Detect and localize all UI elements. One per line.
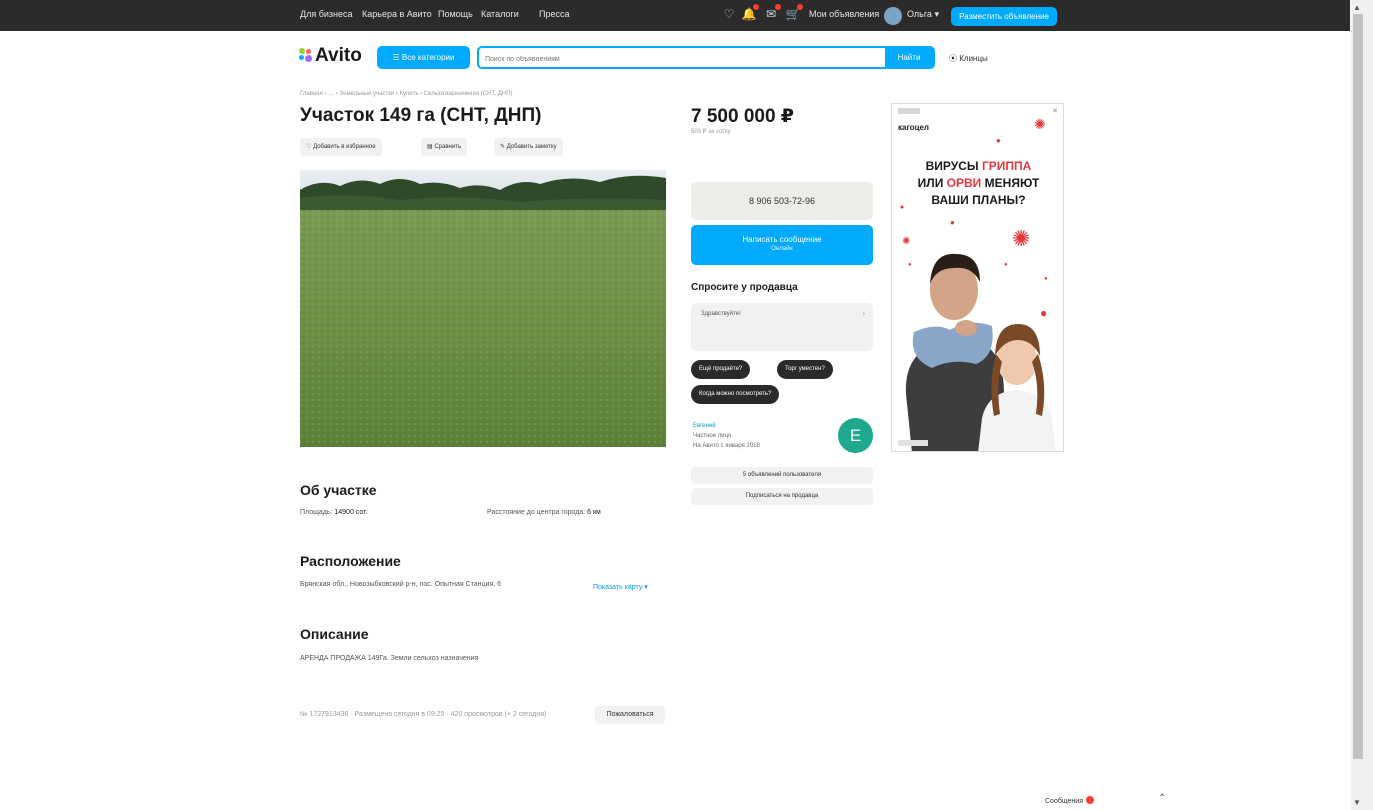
distance-param: Расстояние до центра города: 6 км <box>487 509 601 516</box>
heart-icon: ♡ <box>306 144 312 150</box>
unread-badge <box>1086 796 1094 804</box>
all-categories-button[interactable]: ☰ Все категории <box>377 46 470 69</box>
quick-question-still-selling[interactable]: Ещё продаёте? <box>691 360 751 379</box>
ad-headline-line3: ВАШИ ПЛАНЫ? <box>931 193 1026 207</box>
region-selector[interactable]: ⦿ Клинцы <box>949 53 988 64</box>
advertisement-banner[interactable]: ✕ кагоцел ✺ ● ВИРУСЫ ГРИППА ИЛИ ОРВИ МЕН… <box>891 103 1064 452</box>
quick-question-when-to-view[interactable]: Когда можно посмотреть? <box>691 385 780 404</box>
compare-button[interactable]: ▤ Сравнить <box>421 138 468 156</box>
bell-icon[interactable]: 🔔 <box>741 4 759 22</box>
avito-logo-icon <box>299 48 313 62</box>
scrollbar-thumb[interactable] <box>1353 14 1363 759</box>
virus-icon: ● <box>900 204 905 211</box>
seller-avatar[interactable]: Е <box>838 418 873 453</box>
heart-icon[interactable]: ♡ <box>721 6 737 22</box>
user-avatar[interactable] <box>884 7 902 25</box>
search-button[interactable]: Найти <box>885 48 933 67</box>
ask-seller-heading: Спросите у продавца <box>691 282 798 293</box>
page-scrollbar[interactable]: ▲ ▼ <box>1351 0 1373 810</box>
subscribe-seller-button[interactable]: Подписаться на продавца <box>691 488 873 505</box>
virus-icon: ● <box>950 218 955 227</box>
close-icon[interactable]: ✕ <box>1052 107 1058 115</box>
price-per-unit: 503 ₽ за сотку <box>691 129 731 135</box>
top-navigation-bar: Для бизнеса Карьера в Авито Помощь Катал… <box>0 0 1350 31</box>
seller-ads-button[interactable]: 5 объявлений пользователя <box>691 467 873 484</box>
scroll-up-arrow-icon[interactable]: ▲ <box>1353 3 1361 12</box>
ask-seller-text: Здравствуйте! <box>701 311 741 317</box>
description-text: АРЕНДА ПРОДАЖА 149Га. Земли сельхоз назн… <box>300 655 479 662</box>
press-link[interactable]: Пресса <box>539 9 570 19</box>
quick-question-bargain[interactable]: Торг уместен? <box>777 360 833 379</box>
ad-headline-line1: ВИРУСЫ ГРИППА <box>925 159 1032 173</box>
write-message-button[interactable]: Написать сообщение Онлайн <box>691 225 873 265</box>
ad-label <box>898 108 920 114</box>
area-param: Площадь: 14900 сот. <box>300 509 368 516</box>
ad-footer-label <box>898 440 928 446</box>
pencil-icon: ✎ <box>500 144 506 150</box>
search-input[interactable] <box>483 51 882 67</box>
add-note-button[interactable]: ✎ Добавить заметку <box>494 138 563 156</box>
catalogs-link[interactable]: Каталоги <box>481 9 519 19</box>
about-heading: Об участке <box>300 482 377 498</box>
show-phone-button[interactable]: 8 906 503-72-96 <box>691 182 873 220</box>
write-message-label: Написать сообщение <box>742 235 822 244</box>
breadcrumb[interactable]: Главная › … › Земельные участки › Купить… <box>300 91 512 97</box>
for-business-link[interactable]: Для бизнеса <box>300 9 353 19</box>
messages-widget[interactable]: Сообщения <box>1045 796 1094 805</box>
ad-family-illustration <box>905 253 1056 451</box>
listing-title: Участок 149 га (СНТ, ДНП) <box>300 105 542 126</box>
listing-stats: № 1727913436 · Размещено сегодня в 09:25… <box>300 711 547 718</box>
show-map-link[interactable]: Показать карту ▾ <box>593 583 648 591</box>
online-status: Онлайн <box>771 246 793 252</box>
location-pin-icon: ⦿ <box>949 54 957 63</box>
compare-icon: ▤ <box>427 144 433 150</box>
ad-headline-line2: ИЛИ ОРВИ МЕНЯЮТ <box>917 176 1040 190</box>
listing-photo[interactable] <box>300 170 666 447</box>
seller-type: Частное лицо <box>693 433 732 439</box>
field-photo-image <box>300 170 666 447</box>
address-text: Брянская обл., Новозыбковский р-н, пос. … <box>300 581 502 588</box>
virus-icon: ✺ <box>1034 116 1046 132</box>
logo-text: Avito <box>315 45 362 66</box>
cart-icon[interactable]: 🛒 <box>785 4 803 22</box>
scroll-down-arrow-icon[interactable]: ▼ <box>1353 798 1361 807</box>
my-ads-link[interactable]: Мои объявления <box>809 9 879 19</box>
user-menu[interactable]: Ольга ▾ <box>907 9 939 20</box>
price: 7 500 000 ₽ <box>691 106 795 127</box>
search-bar: Найти <box>477 46 935 69</box>
help-link[interactable]: Помощь <box>438 9 473 19</box>
add-to-favorites-button[interactable]: ♡ Добавить в избранное <box>300 138 382 156</box>
career-link[interactable]: Карьера в Авито <box>362 9 432 19</box>
ask-seller-input[interactable]: Здравствуйте! › <box>691 303 873 351</box>
post-ad-button[interactable]: Разместить объявление <box>951 7 1057 26</box>
location-heading: Расположение <box>300 553 401 569</box>
seller-name-link[interactable]: Евгений <box>693 423 716 429</box>
scroll-to-top-icon[interactable]: ⌃ <box>1158 793 1166 804</box>
seller-since: На Авито с января 2018 <box>693 443 760 449</box>
chat-icon[interactable]: ✉ <box>763 4 781 22</box>
ad-brand-logo: кагоцел <box>898 123 930 132</box>
virus-icon: ● <box>996 136 1001 145</box>
description-heading: Описание <box>300 626 369 642</box>
send-arrow-icon[interactable]: › <box>862 309 865 318</box>
avito-logo[interactable]: Avito <box>299 45 362 67</box>
report-button[interactable]: Пожаловаться <box>595 706 665 724</box>
